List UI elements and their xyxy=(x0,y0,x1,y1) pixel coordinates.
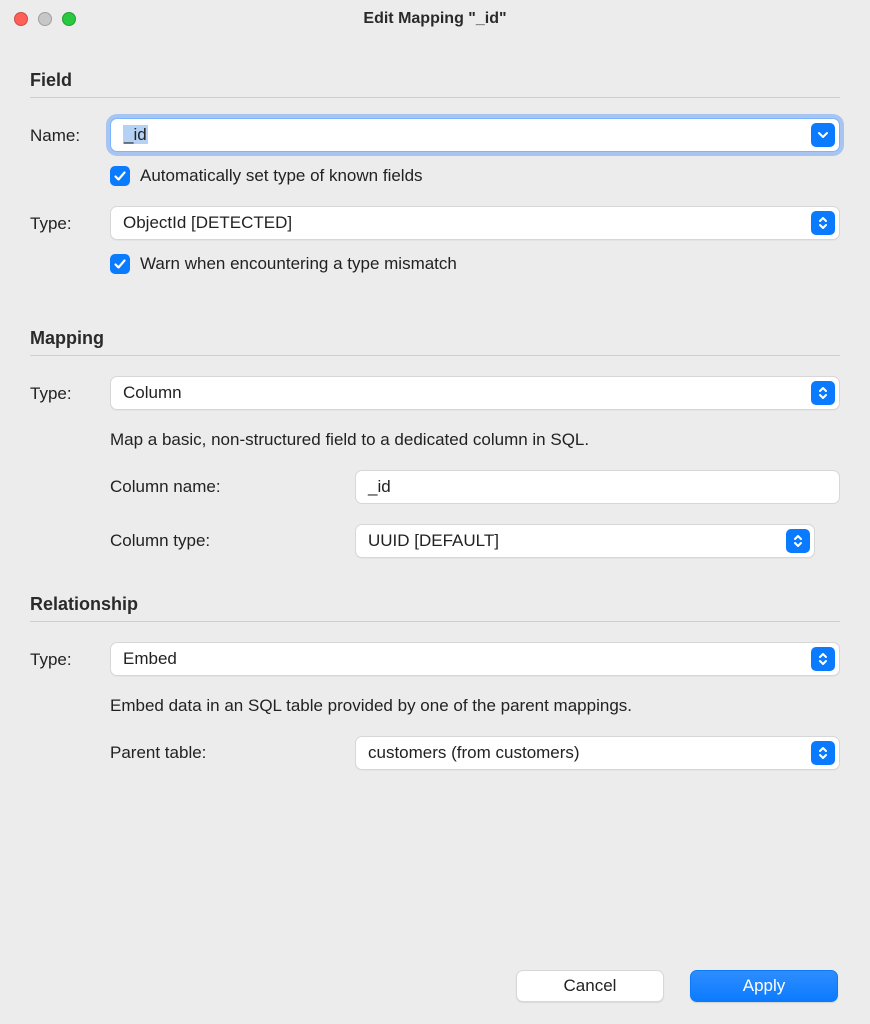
mapping-type-value: Column xyxy=(123,383,182,403)
chevron-down-icon[interactable] xyxy=(811,123,835,147)
parent-table-label: Parent table: xyxy=(110,743,355,763)
minimize-window-button[interactable] xyxy=(38,12,52,26)
up-down-icon[interactable] xyxy=(786,529,810,553)
dialog-footer: Cancel Apply xyxy=(0,970,870,1002)
relationship-description: Embed data in an SQL table provided by o… xyxy=(110,696,840,716)
up-down-icon[interactable] xyxy=(811,381,835,405)
window-title: Edit Mapping "_id" xyxy=(0,10,870,28)
divider xyxy=(30,97,840,98)
section-header-mapping: Mapping xyxy=(30,328,840,349)
field-name-label: Name: xyxy=(30,124,110,146)
divider xyxy=(30,621,840,622)
parent-table-value: customers (from customers) xyxy=(368,743,580,763)
section-header-relationship: Relationship xyxy=(30,594,840,615)
mapping-description: Map a basic, non-structured field to a d… xyxy=(110,430,840,450)
column-type-select[interactable]: UUID [DEFAULT] xyxy=(355,524,815,558)
up-down-icon[interactable] xyxy=(811,211,835,235)
column-type-label: Column type: xyxy=(110,531,355,551)
apply-button[interactable]: Apply xyxy=(690,970,838,1002)
parent-table-select[interactable]: customers (from customers) xyxy=(355,736,840,770)
window-controls xyxy=(14,12,76,26)
auto-type-label: Automatically set type of known fields xyxy=(140,166,423,186)
section-header-field: Field xyxy=(30,70,840,91)
field-name-combobox[interactable]: _id xyxy=(110,118,840,152)
zoom-window-button[interactable] xyxy=(62,12,76,26)
field-name-value: _id xyxy=(123,125,148,145)
up-down-icon[interactable] xyxy=(811,741,835,765)
dialog-body: Field Name: _id Automatically set type o… xyxy=(0,38,870,770)
relationship-type-label: Type: xyxy=(30,648,110,670)
titlebar: Edit Mapping "_id" xyxy=(0,0,870,38)
column-type-value: UUID [DEFAULT] xyxy=(368,531,499,551)
mapping-type-label: Type: xyxy=(30,382,110,404)
cancel-button[interactable]: Cancel xyxy=(516,970,664,1002)
warn-mismatch-checkbox[interactable] xyxy=(110,254,130,274)
warn-mismatch-label: Warn when encountering a type mismatch xyxy=(140,254,457,274)
close-window-button[interactable] xyxy=(14,12,28,26)
field-type-label: Type: xyxy=(30,212,110,234)
relationship-type-value: Embed xyxy=(123,649,177,669)
relationship-type-select[interactable]: Embed xyxy=(110,642,840,676)
column-name-label: Column name: xyxy=(110,477,355,497)
mapping-type-select[interactable]: Column xyxy=(110,376,840,410)
column-name-input[interactable]: _id xyxy=(355,470,840,504)
divider xyxy=(30,355,840,356)
field-type-value: ObjectId [DETECTED] xyxy=(123,213,292,233)
field-type-select[interactable]: ObjectId [DETECTED] xyxy=(110,206,840,240)
up-down-icon[interactable] xyxy=(811,647,835,671)
auto-type-checkbox[interactable] xyxy=(110,166,130,186)
column-name-value: _id xyxy=(368,477,391,497)
